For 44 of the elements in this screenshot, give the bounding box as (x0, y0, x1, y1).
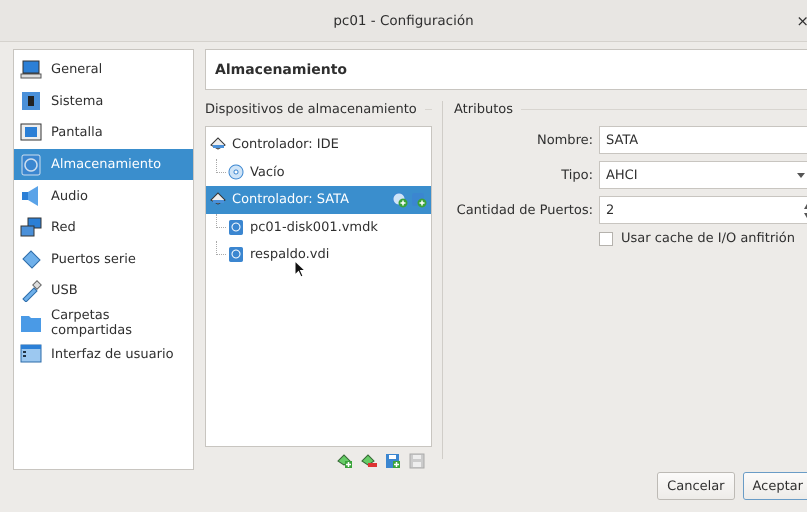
section-header: Almacenamiento (205, 49, 807, 90)
cancel-button[interactable]: Cancelar (657, 472, 735, 500)
connector-icon (20, 248, 42, 270)
sidebar-item[interactable]: Sistema (14, 86, 193, 118)
sidebar-item[interactable]: Almacenamiento (14, 148, 193, 180)
chip-icon (20, 90, 42, 112)
add-disc-icon (392, 192, 408, 208)
checkbox[interactable] (599, 232, 613, 246)
sidebar-item[interactable]: Red (14, 212, 193, 244)
remove-controller-icon[interactable] (361, 453, 377, 469)
tree-item[interactable]: Vacío (206, 158, 431, 186)
tree-item[interactable]: Controlador: IDE (206, 131, 431, 158)
sidebar-item[interactable]: Interfaz de usuario (14, 338, 193, 370)
field-label: Nombre: (536, 132, 594, 148)
sidebar-item[interactable]: General (14, 54, 193, 86)
cursor-icon (294, 260, 306, 278)
group-title: Dispositivos de almacenamiento (205, 102, 417, 116)
network-icon (20, 216, 42, 239)
accept-button[interactable]: Aceptar (742, 472, 807, 500)
sidebar-item[interactable]: Audio (14, 180, 193, 212)
sidebar-item[interactable]: Pantalla (14, 117, 193, 149)
name-field[interactable]: SATA (599, 126, 807, 154)
window-title: pc01 - Configuración (333, 12, 474, 28)
caret-icon (797, 173, 805, 178)
sidebar-item[interactable]: USB (14, 275, 193, 307)
field-label: Tipo: (560, 168, 594, 182)
close-button[interactable]: × (796, 12, 807, 30)
window-icon (20, 343, 42, 366)
remove-attachment-icon[interactable] (409, 453, 425, 469)
add-attachment-icon[interactable] (385, 453, 401, 469)
optical-disc-icon (228, 164, 244, 181)
add-controller-icon[interactable] (337, 453, 353, 469)
port-count-spinner[interactable]: 2 (599, 196, 807, 224)
type-dropdown[interactable]: AHCI (599, 161, 807, 189)
tree-item[interactable]: respaldo.vdi (206, 241, 431, 268)
tree-item[interactable]: Controlador: SATA (206, 186, 431, 214)
group-title: Atributos (454, 102, 514, 116)
checkbox-label: Usar cache de I/O anfitrión (621, 231, 795, 246)
tree-item[interactable]: pc01-disk001.vmdk (206, 214, 431, 241)
sidebar-item[interactable]: Puertos serie (14, 244, 193, 276)
monitor-icon (20, 58, 42, 81)
usb-plug-icon (20, 280, 42, 302)
field-label: Cantidad de Puertos: (456, 202, 594, 218)
sidebar-item[interactable]: Carpetas compartidas (14, 306, 193, 338)
